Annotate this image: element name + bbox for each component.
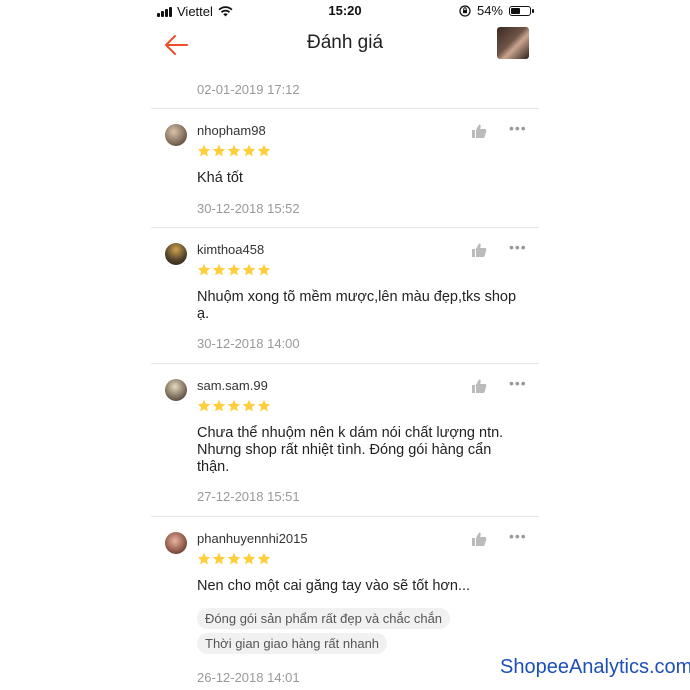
reviewer-username: kimthoa458 <box>197 242 265 257</box>
reviewer-username: sam.sam.99 <box>197 378 268 393</box>
star-icon <box>242 144 256 157</box>
rating-stars <box>197 399 271 413</box>
review-date: 30-12-2018 15:52 <box>197 201 300 216</box>
star-icon <box>212 263 226 276</box>
star-icon <box>242 399 256 412</box>
rating-stars <box>197 144 271 158</box>
star-icon <box>242 552 256 565</box>
thumbs-up-icon[interactable] <box>471 378 487 394</box>
review-text: Nen cho một cai găng tay vào sẽ tốt hơn.… <box>197 578 471 594</box>
thumbs-up-icon[interactable] <box>471 242 487 258</box>
star-icon <box>257 144 271 157</box>
star-icon <box>212 144 226 157</box>
rating-stars <box>197 552 271 566</box>
star-icon <box>212 399 226 412</box>
reviewer-avatar[interactable] <box>165 243 187 265</box>
star-icon <box>257 263 271 276</box>
rating-stars <box>197 263 271 277</box>
watermark: ShopeeAnalytics.com <box>500 656 690 678</box>
divider <box>151 227 539 228</box>
more-options-icon[interactable]: ••• <box>509 375 527 391</box>
battery-percent: 54% <box>476 3 503 18</box>
star-icon <box>227 552 241 565</box>
divider <box>151 516 539 517</box>
battery-icon <box>509 5 534 16</box>
star-icon <box>227 399 241 412</box>
star-icon <box>257 552 271 565</box>
review-date: 27-12-2018 15:51 <box>197 489 300 504</box>
review-date: 26-12-2018 14:01 <box>197 670 300 685</box>
reviewer-username: nhopham98 <box>197 123 266 138</box>
thumbs-up-icon[interactable] <box>471 123 487 139</box>
phone-screen: Viettel 15:20 54% Đánh giá 02-01-2019 17… <box>151 0 539 690</box>
star-icon <box>212 552 226 565</box>
star-icon <box>197 263 211 276</box>
more-options-icon[interactable]: ••• <box>509 120 527 136</box>
reviewer-username: phanhuyennhi2015 <box>197 531 308 546</box>
review-tag: Thời gian giao hàng rất nhanh <box>197 633 388 654</box>
review-text: Chưa thể nhuộm nên k dám nói chất lượng … <box>197 425 504 475</box>
star-icon <box>197 144 211 157</box>
nav-bar: Đánh giá <box>151 22 539 66</box>
review-text: Khá tốt <box>197 170 243 186</box>
user-avatar[interactable] <box>497 27 529 59</box>
divider <box>151 363 539 364</box>
orientation-lock-icon <box>459 4 471 17</box>
more-options-icon[interactable]: ••• <box>509 239 527 255</box>
review-text: Nhuộm xong tõ mềm mược,lên màu đẹp,tks s… <box>197 289 517 322</box>
reviewer-avatar[interactable] <box>165 532 187 554</box>
status-bar: Viettel 15:20 54% <box>151 0 539 22</box>
star-icon <box>227 263 241 276</box>
reviewer-avatar[interactable] <box>165 124 187 146</box>
reviewer-avatar[interactable] <box>165 379 187 401</box>
more-options-icon[interactable]: ••• <box>509 528 527 544</box>
star-icon <box>227 144 241 157</box>
page-title: Đánh giá <box>306 32 384 53</box>
star-icon <box>197 552 211 565</box>
thumbs-up-icon[interactable] <box>471 531 487 547</box>
review-date: 02-01-2019 17:12 <box>197 82 300 97</box>
star-icon <box>242 263 256 276</box>
review-tag: Đóng gói sản phẩm rất đẹp và chắc chắn <box>197 608 451 629</box>
review-date: 30-12-2018 14:00 <box>197 336 300 351</box>
status-right: 54% <box>459 3 534 18</box>
star-icon <box>257 399 271 412</box>
star-icon <box>197 399 211 412</box>
divider <box>151 108 539 109</box>
